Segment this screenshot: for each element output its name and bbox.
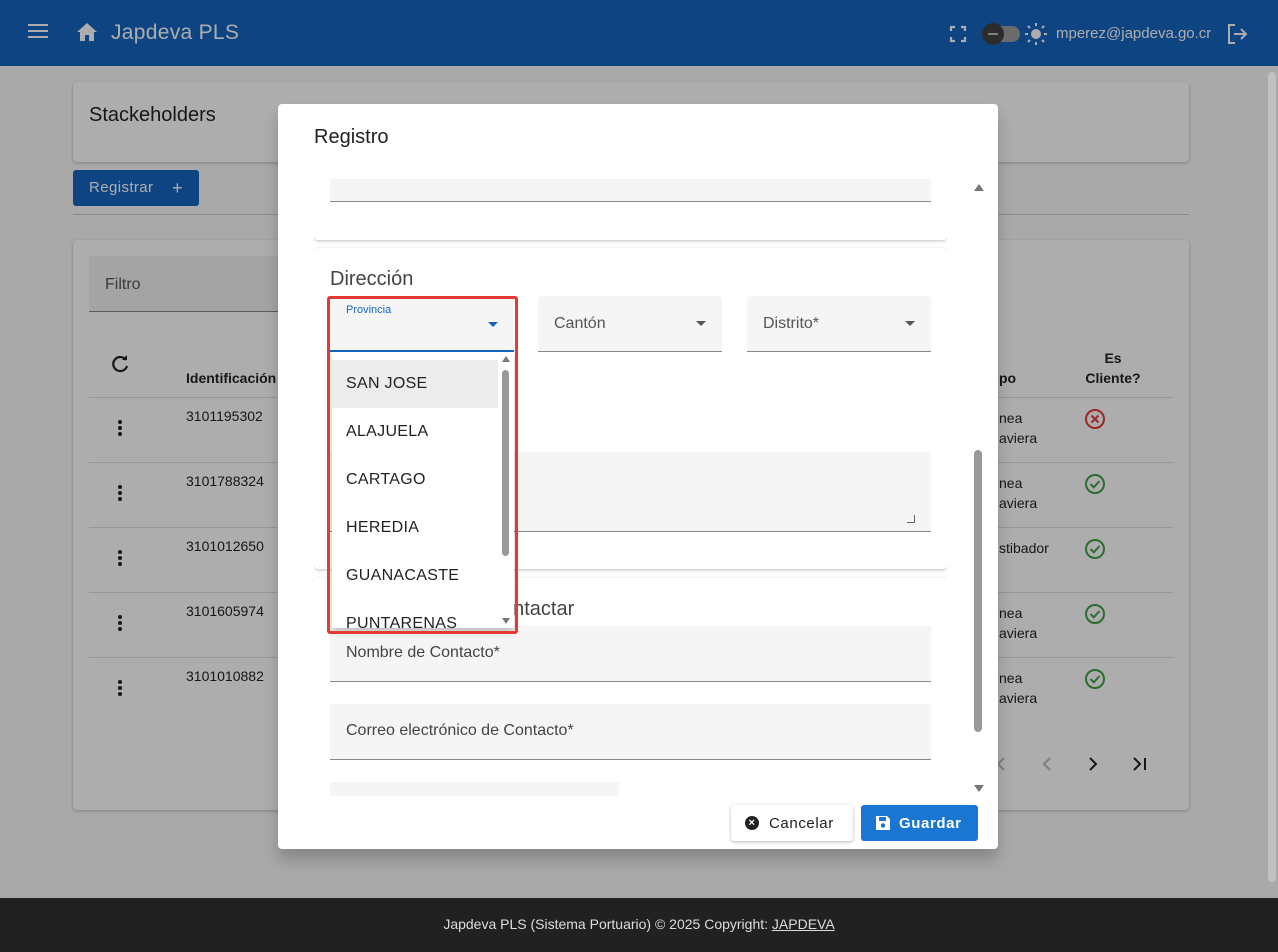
save-icon [876,816,890,830]
footer-text: Japdeva PLS (Sistema Portuario) © 2025 C… [443,916,769,932]
text-field[interactable] [330,179,931,201]
chevron-down-icon [905,321,915,326]
contact-email-field[interactable]: Correo electrónico de Contacto* [330,704,931,760]
contact-email-label: Correo electrónico de Contacto* [346,722,574,739]
cancel-label: Cancelar [769,815,834,832]
footer: Japdeva PLS (Sistema Portuario) © 2025 C… [0,898,1278,952]
form-section-previous [314,179,947,240]
close-icon: × [745,816,759,830]
distrito-label: Distrito* [763,315,820,332]
dialog-title: Registro [314,126,389,148]
highlight-box [327,296,518,634]
page-scrollbar[interactable] [1268,66,1276,898]
contact-name-label: Nombre de Contacto* [346,644,500,661]
chevron-down-icon [696,321,706,326]
canton-select[interactable]: Cantón [538,296,722,352]
address-section-title: Dirección [330,268,414,290]
save-button[interactable]: Guardar [861,805,978,841]
canton-label: Cantón [554,315,606,332]
contact-phone-field[interactable] [330,782,619,796]
contact-name-field[interactable]: Nombre de Contacto* [330,626,931,682]
scroll-up-icon[interactable] [974,184,984,191]
dialog-scrollbar[interactable] [973,182,985,794]
save-label: Guardar [899,815,962,832]
cancel-button[interactable]: × Cancelar [731,805,853,841]
scroll-down-icon[interactable] [974,785,984,792]
footer-link[interactable]: JAPDEVA [772,916,835,932]
resize-handle-icon[interactable] [906,515,916,523]
distrito-select[interactable]: Distrito* [747,296,931,352]
